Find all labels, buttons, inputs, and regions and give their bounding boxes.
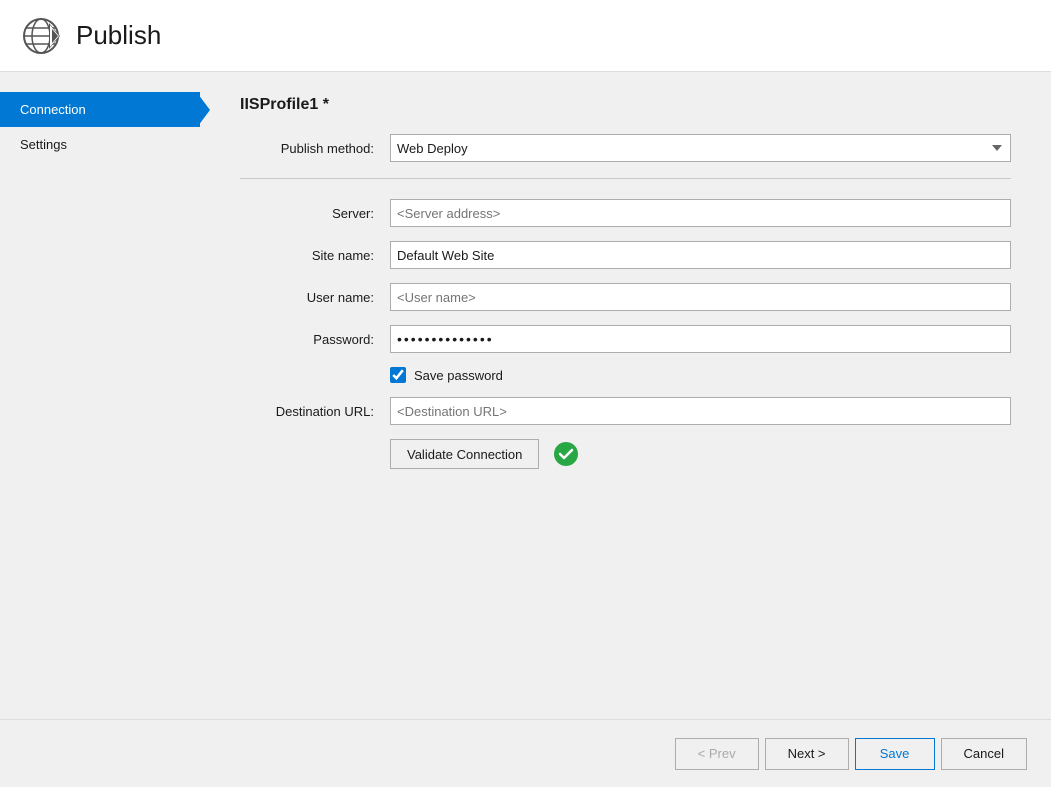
user-name-row: User name: xyxy=(240,283,1011,311)
site-name-label: Site name: xyxy=(240,248,390,263)
sidebar-item-connection[interactable]: Connection xyxy=(0,92,200,127)
sidebar-item-label-connection: Connection xyxy=(20,102,86,117)
server-input[interactable] xyxy=(390,199,1011,227)
user-name-label: User name: xyxy=(240,290,390,305)
validate-connection-button[interactable]: Validate Connection xyxy=(390,439,539,469)
save-password-label[interactable]: Save password xyxy=(414,368,503,383)
destination-url-label: Destination URL: xyxy=(240,404,390,419)
publish-method-row: Publish method: Web Deploy Web Deploy Pa… xyxy=(240,134,1011,162)
password-input[interactable] xyxy=(390,325,1011,353)
site-name-input[interactable] xyxy=(390,241,1011,269)
main-container: Connection Settings IISProfile1 * Publis… xyxy=(0,72,1051,787)
save-button[interactable]: Save xyxy=(855,738,935,770)
profile-title: IISProfile1 * xyxy=(240,96,1011,114)
password-label: Password: xyxy=(240,332,390,347)
form-divider xyxy=(240,178,1011,179)
cancel-button[interactable]: Cancel xyxy=(941,738,1027,770)
server-row: Server: xyxy=(240,199,1011,227)
header: Publish xyxy=(0,0,1051,72)
next-button[interactable]: Next > xyxy=(765,738,849,770)
content-area: IISProfile1 * Publish method: Web Deploy… xyxy=(200,72,1051,787)
publish-method-select[interactable]: Web Deploy Web Deploy Package FTP File S… xyxy=(390,134,1011,162)
destination-url-row: Destination URL: xyxy=(240,397,1011,425)
page-title: Publish xyxy=(76,20,161,51)
footer: < Prev Next > Save Cancel xyxy=(0,719,1051,787)
save-password-checkbox[interactable] xyxy=(390,367,406,383)
save-password-row: Save password xyxy=(390,367,1011,383)
sidebar-item-settings[interactable]: Settings xyxy=(0,127,200,162)
connection-valid-icon xyxy=(553,441,579,467)
server-label: Server: xyxy=(240,206,390,221)
sidebar-item-label-settings: Settings xyxy=(20,137,67,152)
sidebar: Connection Settings xyxy=(0,72,200,787)
password-row: Password: xyxy=(240,325,1011,353)
destination-url-input[interactable] xyxy=(390,397,1011,425)
validate-row: Validate Connection xyxy=(390,439,1011,469)
globe-icon xyxy=(20,15,62,57)
prev-button[interactable]: < Prev xyxy=(675,738,759,770)
user-name-input[interactable] xyxy=(390,283,1011,311)
publish-method-label: Publish method: xyxy=(240,141,390,156)
site-name-row: Site name: xyxy=(240,241,1011,269)
